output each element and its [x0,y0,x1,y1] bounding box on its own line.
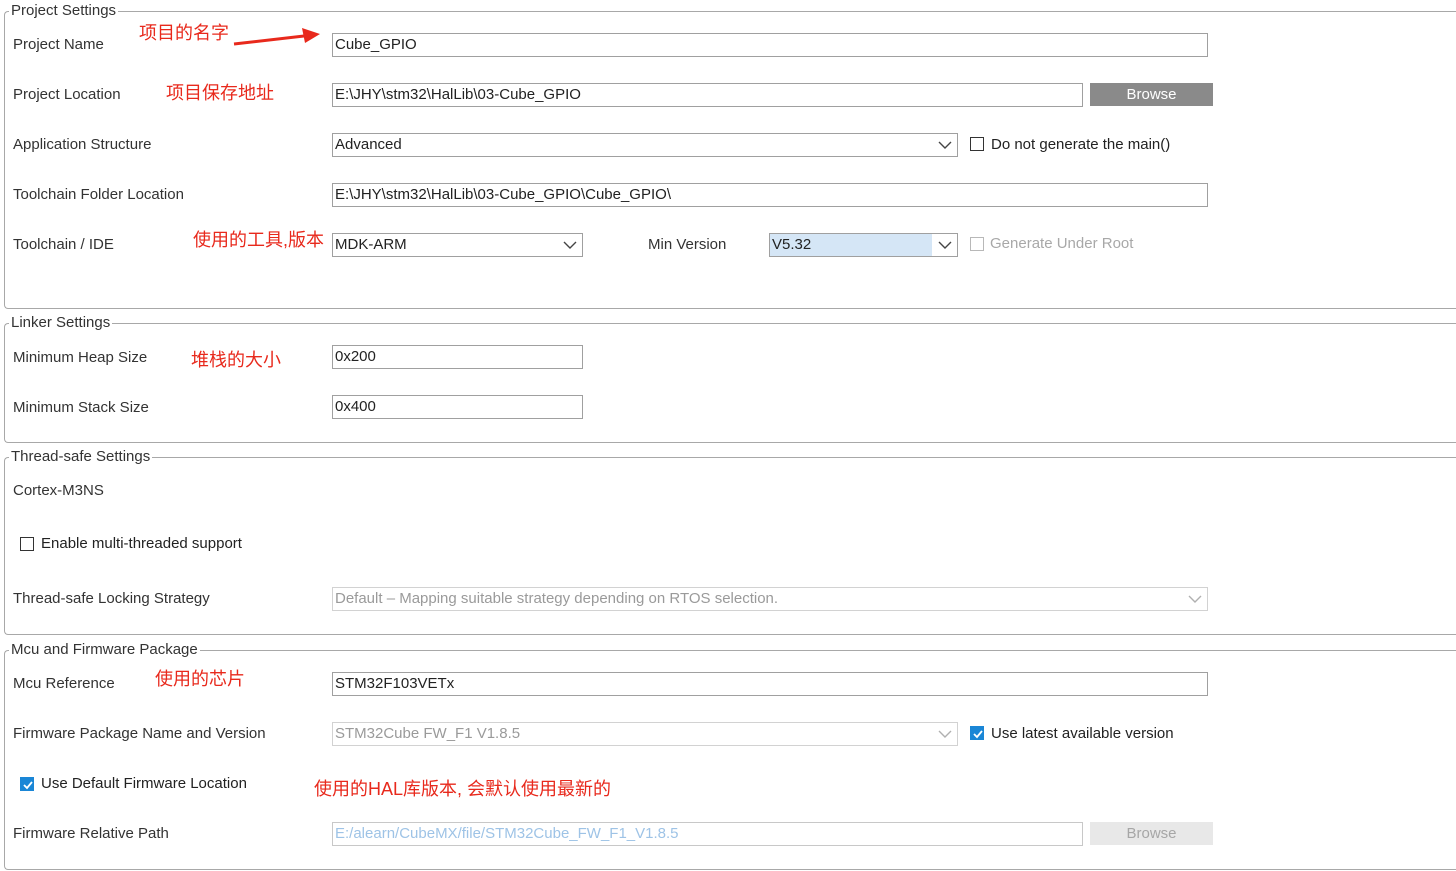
chevron-down-icon [561,234,579,256]
project-location-label: Project Location [13,86,121,103]
project-name-label: Project Name [13,36,104,53]
linker-settings-title: Linker Settings [9,313,113,333]
do-not-generate-main-checkbox[interactable] [970,137,984,151]
toolchain-folder-input[interactable]: E:\JHY\stm32\HalLib\03-Cube_GPIO\Cube_GP… [332,183,1208,207]
project-location-browse-button[interactable]: Browse [1090,83,1213,106]
mcu-reference-note: 使用的芯片 [155,669,245,689]
enable-multithread-label: Enable multi-threaded support [41,535,242,552]
chevron-down-icon [1186,588,1204,610]
min-version-label: Min Version [648,236,727,253]
use-default-location-checkbox[interactable] [20,777,34,791]
heap-size-input[interactable]: 0x200 [332,345,583,369]
use-latest-version-label: Use latest available version [991,725,1174,742]
toolchain-ide-value: MDK-ARM [335,236,407,253]
linker-settings-group: Linker Settings [4,313,1456,443]
project-name-input[interactable]: Cube_GPIO [332,33,1208,57]
enable-multithread-checkbox[interactable] [20,537,34,551]
relative-path-input[interactable]: E:/alearn/CubeMX/file/STM32Cube_FW_F1_V1… [332,822,1083,846]
core-label: Cortex-M3NS [13,482,104,499]
use-default-location-label: Use Default Firmware Location [41,775,247,792]
application-structure-label: Application Structure [13,136,152,153]
checkmark-icon [973,730,983,739]
toolchain-ide-note: 使用的工具,版本 [193,230,325,250]
toolchain-ide-select[interactable]: MDK-ARM [332,233,583,257]
toolchain-ide-label: Toolchain / IDE [13,236,114,253]
project-name-note: 项目的名字 [139,23,229,43]
use-latest-version-checkbox[interactable] [970,726,984,740]
relative-path-label: Firmware Relative Path [13,825,169,842]
chevron-down-icon [936,723,954,745]
thread-safe-title: Thread-safe Settings [9,447,153,467]
min-version-value: V5.32 [770,234,932,256]
stack-size-input[interactable]: 0x400 [332,395,583,419]
firmware-package-label: Firmware Package Name and Version [13,725,266,742]
generate-under-root-label: Generate Under Root [990,235,1134,252]
project-settings-title: Project Settings [9,1,119,21]
chevron-down-icon [936,234,954,256]
relative-path-browse-button[interactable]: Browse [1090,822,1213,845]
locking-strategy-select[interactable]: Default – Mapping suitable strategy depe… [332,587,1208,611]
chevron-down-icon [936,134,954,156]
locking-strategy-value: Default – Mapping suitable strategy depe… [335,590,779,607]
default-location-note: 使用的HAL库版本, 会默认使用最新的 [314,779,612,799]
toolchain-folder-label: Toolchain Folder Location [13,186,184,203]
checkmark-icon [23,781,33,790]
application-structure-select[interactable]: Advanced [332,133,958,157]
project-location-input[interactable]: E:\JHY\stm32\HalLib\03-Cube_GPIO [332,83,1083,107]
stack-size-label: Minimum Stack Size [13,399,149,416]
project-location-note: 项目保存地址 [166,83,274,103]
heap-size-note: 堆栈的大小 [191,350,281,370]
mcu-firmware-title: Mcu and Firmware Package [9,640,200,660]
locking-strategy-label: Thread-safe Locking Strategy [13,590,210,607]
do-not-generate-main-label: Do not generate the main() [991,136,1171,153]
min-version-select[interactable]: V5.32 [769,233,958,257]
generate-under-root-checkbox[interactable] [970,237,984,251]
application-structure-value: Advanced [335,136,402,153]
annotation-arrow-icon [233,28,320,46]
mcu-reference-input[interactable]: STM32F103VETx [332,672,1208,696]
mcu-reference-label: Mcu Reference [13,675,115,692]
firmware-package-value: STM32Cube FW_F1 V1.8.5 [335,725,521,742]
firmware-package-select[interactable]: STM32Cube FW_F1 V1.8.5 [332,722,958,746]
heap-size-label: Minimum Heap Size [13,349,148,366]
